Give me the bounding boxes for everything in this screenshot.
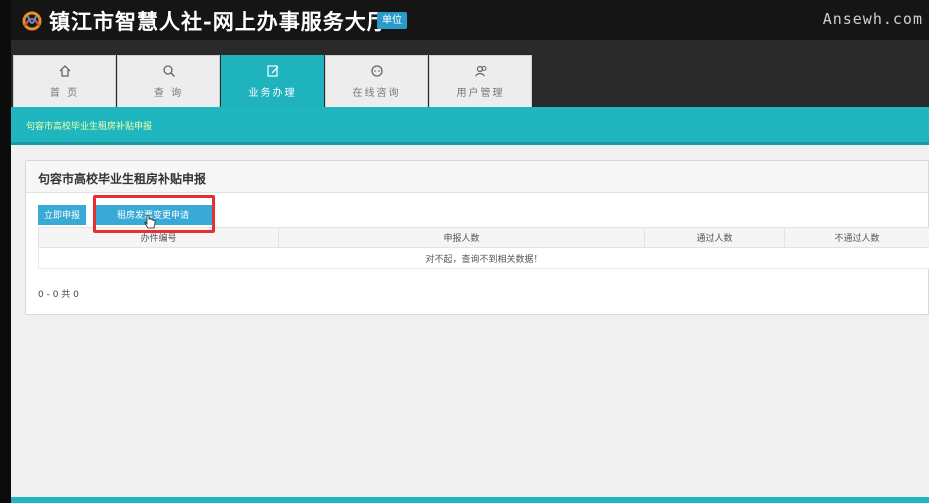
tab-label: 用户管理: [456, 88, 505, 99]
window-left-edge: [0, 0, 11, 503]
tab-label: 在线咨询: [352, 88, 401, 99]
application-table: 办件编号 申报人数 通过人数 不通过人数 对不起，查询不到相关数据！: [38, 227, 929, 269]
unit-badge: 单位: [377, 12, 407, 29]
tab-consult[interactable]: 在线咨询: [325, 55, 428, 107]
subsidy-panel: 句容市高校毕业生租房补贴申报 立即申报 租房发票变更申请 办件编号 申报人数 通…: [25, 160, 929, 315]
app-header: 镇江市智慧人社-网上办事服务大厅 单位 Ansewh.com: [11, 0, 929, 40]
main-content: 句容市高校毕业生租房补贴申报 立即申报 租房发票变更申请 办件编号 申报人数 通…: [11, 145, 929, 497]
tab-label: 首 页: [49, 88, 80, 99]
edit-icon: [266, 65, 278, 77]
column-header[interactable]: 申报人数: [278, 227, 645, 248]
tab-label: 查 询: [153, 88, 184, 99]
main-nav: 首 页 查 询 业务办理 在线咨询 用户管理: [11, 40, 929, 107]
column-header[interactable]: 不通过人数: [784, 227, 929, 248]
app-title: 镇江市智慧人社-网上办事服务大厅: [49, 9, 389, 34]
ribbon-logo-icon: [22, 11, 42, 31]
users-icon: [474, 65, 486, 77]
tab-label: 业务办理: [248, 88, 297, 99]
breadcrumb[interactable]: 句容市高校毕业生租房补贴申报: [26, 119, 152, 132]
table-row: 对不起，查询不到相关数据！: [38, 247, 929, 269]
watermark: Ansewh.com: [822, 10, 923, 28]
search-icon: [162, 65, 175, 77]
pager-status: 0 - 0 共 0: [38, 290, 79, 300]
tab-user-admin[interactable]: 用户管理: [429, 55, 532, 107]
footer-accent-bar: [11, 497, 929, 503]
hand-cursor-icon: [144, 215, 156, 229]
home-icon: [59, 65, 70, 77]
tab-home[interactable]: 首 页: [13, 55, 116, 107]
column-header[interactable]: 通过人数: [644, 227, 785, 248]
apply-now-button[interactable]: 立即申报: [38, 205, 87, 225]
chat-icon: [370, 65, 383, 77]
breadcrumb-bar: 句容市高校毕业生租房补贴申报: [11, 107, 929, 145]
empty-message: 对不起，查询不到相关数据！: [38, 247, 929, 269]
tab-business[interactable]: 业务办理: [221, 55, 324, 107]
panel-title: 句容市高校毕业生租房补贴申报: [26, 161, 928, 193]
tab-query[interactable]: 查 询: [117, 55, 220, 107]
